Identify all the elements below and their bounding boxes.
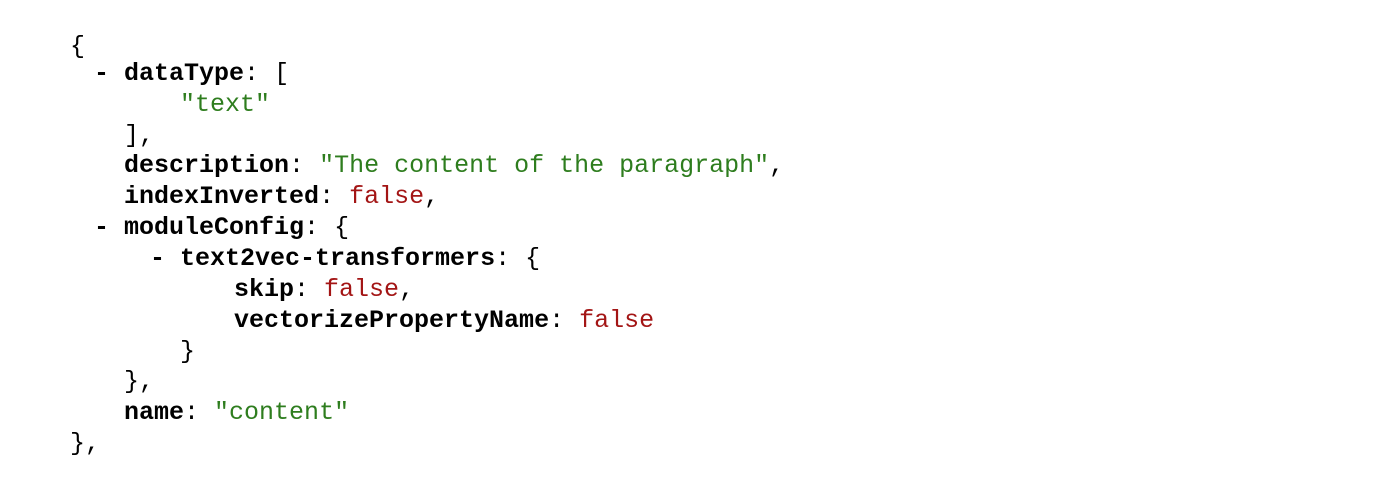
key-name: name	[124, 398, 185, 427]
json-line-skip: skip: false,	[234, 275, 415, 304]
value-name: "content"	[214, 398, 350, 427]
json-line-datatype-close: ],	[64, 89, 154, 150]
json-line-datatype-item: "text"	[120, 58, 270, 119]
json-line-module-config: - moduleConfig: {	[94, 213, 350, 242]
key-vectorize-property-name: vectorizePropertyName	[234, 306, 550, 335]
datatype-open-bracket: [	[274, 59, 290, 88]
json-line-description: description: "The content of the paragra…	[124, 151, 785, 180]
json-line-module-config-close: },	[64, 335, 154, 396]
text2vec-close-brace: }	[180, 337, 196, 366]
value-datatype-text: "text"	[180, 90, 271, 119]
json-line-vectorize-property-name: vectorizePropertyName: false	[234, 306, 655, 335]
text2vec-open-brace: {	[525, 244, 541, 273]
value-vectorize-property-name: false	[579, 306, 655, 335]
json-line-root-close: },	[10, 397, 100, 458]
json-viewer: { - dataType: [ "text" ], description: "T…	[0, 0, 1400, 458]
json-line-text2vec: - text2vec-transformers: {	[150, 244, 541, 273]
value-index-inverted: false	[349, 182, 425, 211]
root-close-brace: },	[70, 429, 101, 458]
json-line-text2vec-close: }	[120, 305, 195, 366]
json-line-name: name: "content"	[124, 398, 350, 427]
json-line-datatype: - dataType: [	[94, 59, 290, 88]
json-line-index-inverted: indexInverted: false,	[124, 182, 440, 211]
